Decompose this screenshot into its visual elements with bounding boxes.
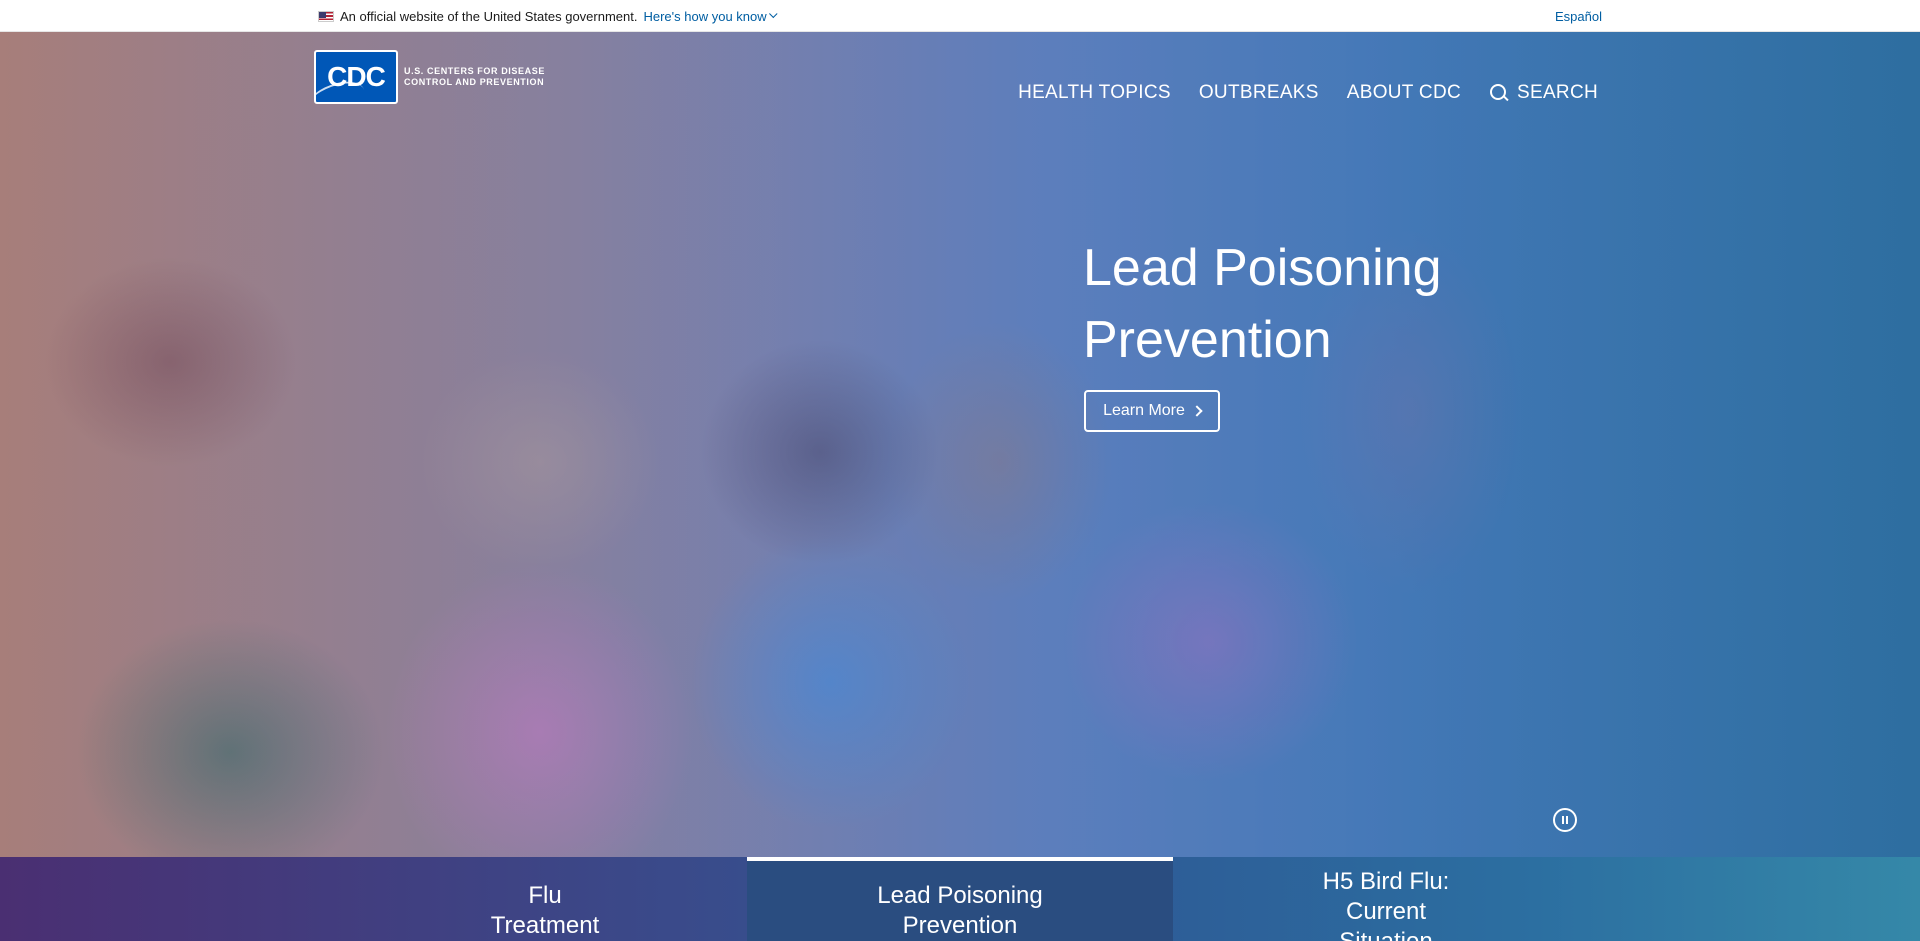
tab-line: Prevention [902,912,1018,939]
chevron-down-icon [768,9,778,19]
tab-h5-bird-flu-label: H5 Bird Flu: Current Situation [1173,857,1599,941]
tab-line: Treatment [490,912,600,939]
cdc-logo-mark: CDC [314,50,398,104]
tab-lead-poisoning-label: Lead Poisoning Prevention [747,861,1173,941]
cdc-logo[interactable]: CDC U.S. CENTERS FOR DISEASE CONTROL AND… [314,50,545,104]
us-flag-icon [318,10,334,22]
nav-search[interactable]: SEARCH [1489,82,1598,104]
official-gov-banner: An official website of the United States… [0,0,1920,32]
tab-line: Lead Poisoning [877,882,1043,909]
learn-more-button[interactable]: Learn More [1084,390,1220,432]
hero-image-children [0,32,1920,857]
hero-title-line-2: Prevention [1083,311,1332,369]
hero-title: Lead Poisoning Prevention [1083,232,1513,376]
nav-search-label: SEARCH [1517,82,1598,103]
tab-lead-poisoning-prevention[interactable]: Lead Poisoning Prevention [747,857,1173,941]
nav-about-cdc[interactable]: ABOUT CDC [1347,82,1461,104]
tab-line: Flu [528,882,562,909]
gov-banner-inner: An official website of the United States… [318,0,778,32]
tab-line: Situation [1339,928,1432,941]
tab-flu-treatment-label: Flu Treatment [375,857,715,941]
learn-more-label: Learn More [1103,402,1185,419]
tab-flu-treatment[interactable]: Flu Treatment [375,857,715,941]
carousel-tabs: Flu Treatment Lead Poisoning Prevention … [0,857,1920,941]
nav-outbreaks[interactable]: OUTBREAKS [1199,82,1319,104]
nav-health-topics[interactable]: HEALTH TOPICS [1018,82,1171,104]
heres-how-you-know-label: Here's how you know [643,8,767,24]
search-icon [1489,83,1509,103]
hero-carousel: CDC U.S. CENTERS FOR DISEASE CONTROL AND… [0,32,1920,857]
pause-icon[interactable] [1553,808,1577,832]
official-site-text: An official website of the United States… [340,8,638,24]
espanol-link[interactable]: Español [1555,9,1602,24]
main-nav: HEALTH TOPICS OUTBREAKS ABOUT CDC SEARCH [1018,82,1598,104]
chevron-right-icon [1191,405,1203,417]
hero-title-line-1: Lead Poisoning [1083,239,1442,297]
cdc-logo-text: U.S. CENTERS FOR DISEASE CONTROL AND PRE… [404,66,545,88]
tab-line: Current [1345,898,1427,925]
logo-line-1: U.S. CENTERS FOR DISEASE [404,66,545,76]
logo-line-2: CONTROL AND PREVENTION [404,77,545,87]
tab-line: H5 Bird Flu: [1322,868,1450,895]
tab-h5-bird-flu[interactable]: H5 Bird Flu: Current Situation [1173,857,1599,941]
heres-how-you-know-link[interactable]: Here's how you know [643,8,778,24]
